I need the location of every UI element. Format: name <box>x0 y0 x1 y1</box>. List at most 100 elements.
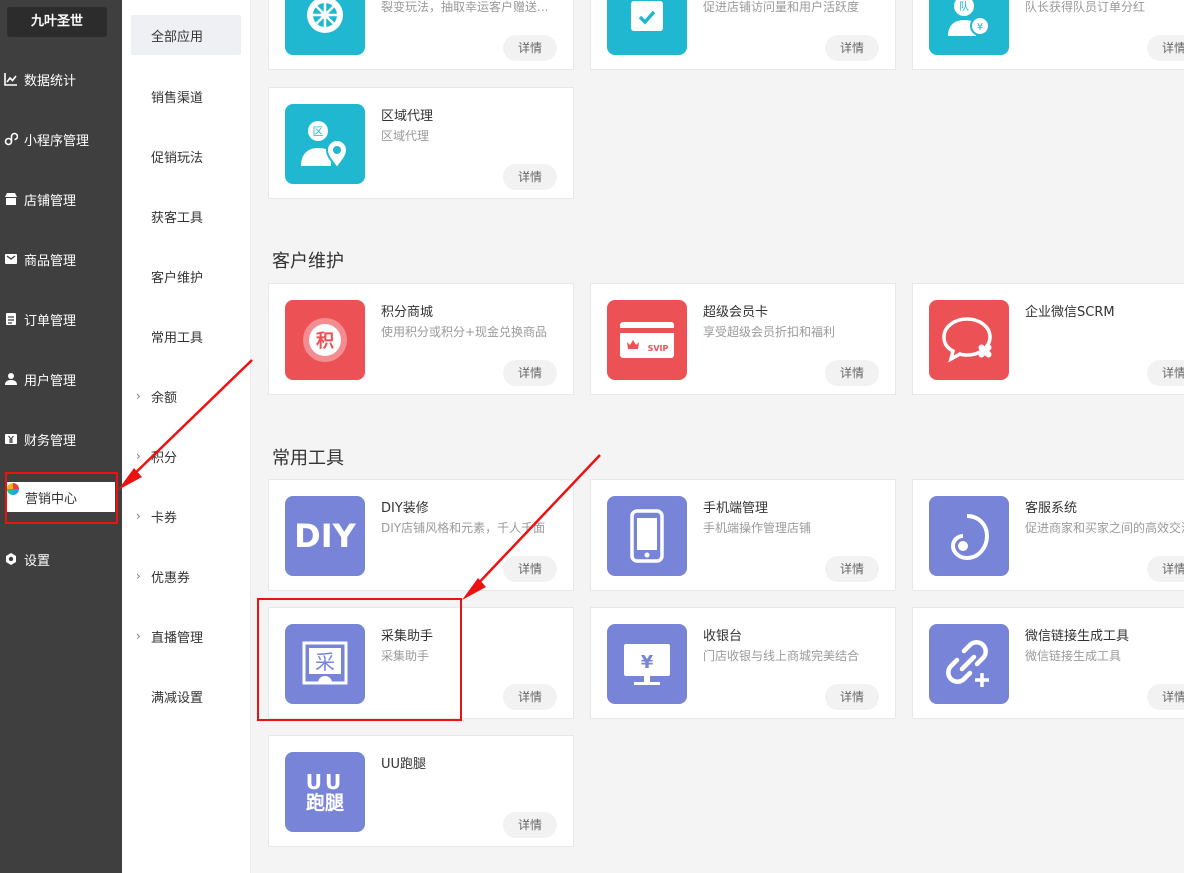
category-label: 优惠券 <box>151 570 191 586</box>
brand-logo: 九叶圣世 <box>7 7 107 37</box>
category-promotion[interactable]: 促销玩法 <box>131 136 241 176</box>
region-agent-icon: 区 <box>285 104 365 184</box>
detail-button[interactable]: 详情 <box>825 35 879 61</box>
app-desc: 门店收银与线上商城完美结合 <box>703 649 860 663</box>
nav-item-label: 财务管理 <box>24 433 77 449</box>
app-card[interactable]: 裂变玩法，抽取幸运客户赠送... 详情 <box>268 0 574 70</box>
app-card-mobile-admin[interactable]: 手机端管理 手机端操作管理店铺 详情 <box>590 479 896 591</box>
app-card-uu-errand[interactable]: UU 跑腿 UU跑腿 详情 <box>268 735 574 847</box>
mobile-icon <box>607 496 687 576</box>
nav-item-store[interactable]: 店铺管理 <box>0 184 122 214</box>
chevron-right-icon: › <box>136 509 141 523</box>
app-name: 积分商城 <box>381 305 434 320</box>
category-customer-maintenance[interactable]: 客户维护 <box>131 256 241 296</box>
nav-item-label: 用户管理 <box>24 373 77 389</box>
finance-icon <box>5 434 17 444</box>
nav-item-finance[interactable]: 财务管理 <box>0 424 122 454</box>
store-icon <box>5 193 17 205</box>
app-card[interactable]: 促进店铺访问量和用户活跃度 详情 <box>590 0 896 70</box>
detail-button[interactable]: 详情 <box>503 360 557 386</box>
nav-item-orders[interactable]: 订单管理 <box>0 304 122 334</box>
app-card-wechat-scrm[interactable]: 企业微信SCRM 详情 <box>912 283 1184 395</box>
chevron-right-icon: › <box>136 629 141 643</box>
detail-button[interactable]: 详情 <box>825 684 879 710</box>
mini-program-icon <box>4 132 18 146</box>
category-live-stream[interactable]: › 直播管理 <box>131 616 241 656</box>
detail-button[interactable]: 详情 <box>503 684 557 710</box>
app-desc: 微信链接生成工具 <box>1025 649 1122 663</box>
uu-icon-bottom: 跑腿 <box>305 791 344 814</box>
nav-item-settings[interactable]: 设置 <box>0 544 122 574</box>
category-common-tools[interactable]: 常用工具 <box>131 316 241 356</box>
app-name: 手机端管理 <box>703 501 769 516</box>
goods-icon <box>5 254 17 264</box>
chart-icon <box>4 73 17 86</box>
chevron-right-icon: › <box>136 389 141 403</box>
detail-button[interactable]: 详情 <box>503 164 557 190</box>
app-name: 企业微信SCRM <box>1025 305 1115 320</box>
app-desc: 使用积分或积分+现金兑换商品 <box>381 325 548 339</box>
app-card-diy[interactable]: DIY DIY装修 DIY店铺风格和元素，千人千面 详情 <box>268 479 574 591</box>
wheel-icon <box>285 0 365 55</box>
svg-text:¥: ¥ <box>641 652 654 673</box>
detail-button[interactable]: 详情 <box>825 360 879 386</box>
nav-item-data-stats[interactable]: 数据统计 <box>0 64 122 94</box>
app-name: DIY装修 <box>381 501 429 516</box>
app-card-customer-service[interactable]: 客服系统 促进商家和买家之间的高效交流 详情 <box>912 479 1184 591</box>
app-desc: DIY店铺风格和元素，千人千面 <box>381 521 546 535</box>
nav-item-label: 店铺管理 <box>24 193 77 209</box>
nav-item-mini-program[interactable]: 小程序管理 <box>0 124 122 154</box>
annotation-highlight-box <box>5 472 118 524</box>
category-label: 销售渠道 <box>151 90 204 106</box>
detail-button[interactable]: 详情 <box>825 556 879 582</box>
category-sales-channel[interactable]: 销售渠道 <box>131 76 241 116</box>
nav-item-label: 订单管理 <box>24 313 77 329</box>
nav-item-label: 数据统计 <box>24 73 77 89</box>
category-all-apps[interactable]: 全部应用 <box>131 15 241 55</box>
app-card[interactable]: 队 ¥ 队长获得队员订单分红 详情 <box>912 0 1184 70</box>
chevron-right-icon: › <box>136 449 141 463</box>
category-acquisition-tools[interactable]: 获客工具 <box>131 196 241 236</box>
detail-button[interactable]: 详情 <box>503 812 557 838</box>
uu-errand-icon: UU 跑腿 <box>285 752 365 832</box>
team-dividend-icon: 队 ¥ <box>929 0 1009 55</box>
app-card-super-vip-card[interactable]: SVIP 超级会员卡 享受超级会员折扣和福利 详情 <box>590 283 896 395</box>
detail-button[interactable]: 详情 <box>503 556 557 582</box>
calendar-check-icon <box>607 0 687 55</box>
app-desc: 促进店铺访问量和用户活跃度 <box>703 0 860 14</box>
category-label: 积分 <box>151 450 178 466</box>
svg-text:SVIP: SVIP <box>648 344 669 353</box>
detail-button[interactable]: 详情 <box>1147 556 1184 582</box>
category-cards[interactable]: › 卡券 <box>131 496 241 536</box>
app-card-region-agent[interactable]: 区 区域代理 区域代理 详情 <box>268 87 574 199</box>
nav-item-users[interactable]: 用户管理 <box>0 364 122 394</box>
app-card-points-mall[interactable]: 积 积分商城 使用积分或积分+现金兑换商品 详情 <box>268 283 574 395</box>
app-name: UU跑腿 <box>381 757 427 772</box>
cashier-icon: ¥ <box>607 624 687 704</box>
chevron-right-icon: › <box>136 569 141 583</box>
category-sidebar: 全部应用 销售渠道 促销玩法 获客工具 客户维护 常用工具 › 余额 › 积分 › 卡… <box>122 0 251 873</box>
link-generator-icon <box>929 624 1009 704</box>
app-desc: 区域代理 <box>381 129 430 143</box>
detail-button[interactable]: 详情 <box>503 35 557 61</box>
annotation-highlight-box <box>257 598 462 721</box>
detail-button[interactable]: 详情 <box>1147 360 1184 386</box>
user-icon <box>5 373 17 385</box>
app-card-link-generator[interactable]: 微信链接生成工具 微信链接生成工具 详情 <box>912 607 1184 719</box>
category-coupons[interactable]: › 优惠券 <box>131 556 241 596</box>
app-desc: 队长获得队员订单分红 <box>1025 0 1146 14</box>
category-label: 常用工具 <box>151 330 204 346</box>
category-label: 直播管理 <box>151 630 204 646</box>
section-title-customer-maintenance: 客户维护 <box>272 251 344 272</box>
nav-item-goods[interactable]: 商品管理 <box>0 244 122 274</box>
app-name: 超级会员卡 <box>703 305 769 320</box>
category-full-reduction[interactable]: 满减设置 <box>131 676 241 716</box>
svg-text:队: 队 <box>959 0 969 13</box>
detail-button[interactable]: 详情 <box>1147 684 1184 710</box>
category-label: 获客工具 <box>151 210 204 226</box>
category-points[interactable]: › 积分 <box>131 436 241 476</box>
category-balance[interactable]: › 余额 <box>131 376 241 416</box>
svg-text:区: 区 <box>313 125 324 138</box>
app-card-cashier[interactable]: ¥ 收银台 门店收银与线上商城完美结合 详情 <box>590 607 896 719</box>
detail-button[interactable]: 详情 <box>1147 35 1184 61</box>
